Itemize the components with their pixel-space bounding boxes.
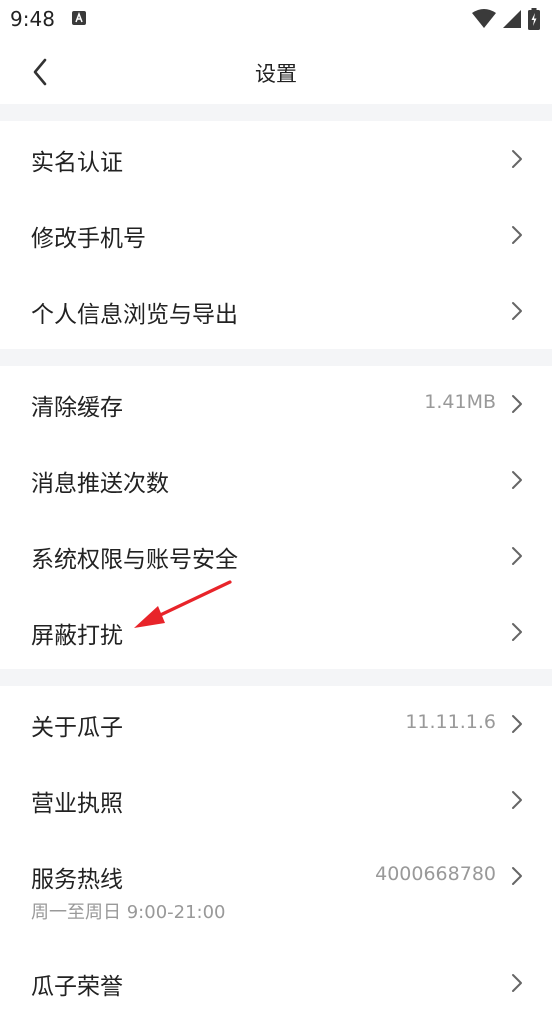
status-time: 9:48 <box>10 7 55 31</box>
chevron-right-icon <box>512 715 522 733</box>
chevron-right-icon <box>512 867 522 885</box>
status-bar: 9:48 <box>0 0 552 40</box>
settings-item-clear-cache[interactable]: 清除缓存 1.41MB <box>0 366 552 442</box>
chevron-right-icon <box>512 302 522 320</box>
chevron-right-icon <box>512 623 522 641</box>
chevron-right-icon <box>512 150 522 168</box>
section-divider <box>0 104 552 121</box>
settings-item-about[interactable]: 关于瓜子 11.11.1.6 <box>0 686 552 762</box>
settings-item-label: 关于瓜子 <box>31 715 123 741</box>
annotation-arrow-icon <box>134 580 232 628</box>
page-title: 设置 <box>255 62 297 86</box>
nav-header: 设置 <box>0 40 552 104</box>
settings-item-personal-info-export[interactable]: 个人信息浏览与导出 <box>0 273 552 349</box>
chevron-right-icon <box>512 547 522 565</box>
settings-item-label: 个人信息浏览与导出 <box>31 302 238 328</box>
chevron-right-icon <box>512 471 522 489</box>
chevron-right-icon <box>512 791 522 809</box>
settings-item-business-license[interactable]: 营业执照 <box>0 762 552 838</box>
notification-app-icon <box>72 11 86 25</box>
settings-item-push-frequency[interactable]: 消息推送次数 <box>0 442 552 518</box>
settings-item-permissions-security[interactable]: 系统权限与账号安全 <box>0 518 552 594</box>
cellular-signal-icon <box>503 10 521 28</box>
chevron-right-icon <box>512 974 522 992</box>
wifi-icon <box>472 9 496 28</box>
settings-item-honors[interactable]: 瓜子荣誉 <box>0 945 552 1021</box>
settings-item-label: 消息推送次数 <box>31 471 169 497</box>
settings-item-block-disturb[interactable]: 屏蔽打扰 <box>0 594 552 670</box>
settings-item-label: 修改手机号 <box>31 226 146 252</box>
settings-item-label: 实名认证 <box>31 150 123 176</box>
app-version-value: 11.11.1.6 <box>405 711 496 733</box>
settings-item-label: 服务热线 <box>31 867 123 893</box>
hotline-hours: 周一至周日 9:00-21:00 <box>31 902 226 923</box>
status-icons <box>472 8 540 30</box>
chevron-right-icon <box>512 226 522 244</box>
section-divider <box>0 669 552 686</box>
settings-item-change-phone[interactable]: 修改手机号 <box>0 197 552 273</box>
chevron-right-icon <box>512 395 522 413</box>
hotline-number-value: 4000668780 <box>375 863 496 885</box>
settings-item-label: 清除缓存 <box>31 395 123 421</box>
settings-item-label: 屏蔽打扰 <box>31 623 123 649</box>
settings-item-label: 瓜子荣誉 <box>31 974 123 1000</box>
settings-item-label: 营业执照 <box>31 791 123 817</box>
settings-item-real-name-verification[interactable]: 实名认证 <box>0 121 552 197</box>
settings-item-label: 系统权限与账号安全 <box>31 547 238 573</box>
battery-icon <box>528 8 540 30</box>
section-divider <box>0 349 552 366</box>
cache-size-value: 1.41MB <box>424 391 496 413</box>
settings-item-service-hotline[interactable]: 服务热线 4000668780 周一至周日 9:00-21:00 <box>0 838 552 938</box>
